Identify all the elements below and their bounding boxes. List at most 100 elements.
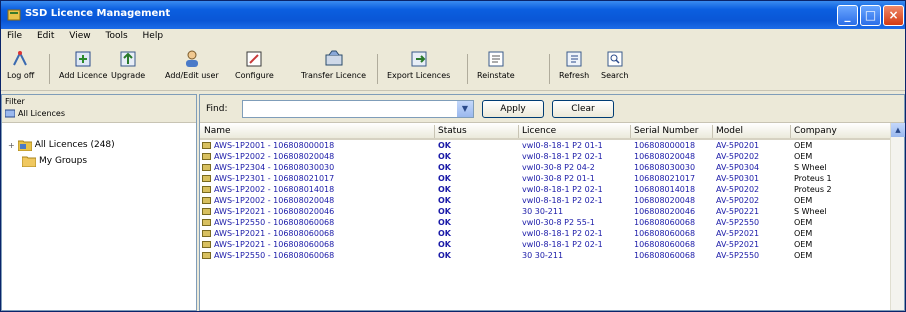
column-header-serial[interactable]: Serial Number <box>634 126 698 136</box>
licence-icon <box>202 186 211 193</box>
licence-icon <box>202 153 211 160</box>
cell-company: S Wheel <box>794 207 827 216</box>
log-off-icon <box>12 50 27 66</box>
menu-view[interactable]: View <box>63 29 96 43</box>
tree-item-label: All Licences (248) <box>34 140 115 150</box>
expand-icon[interactable]: + <box>8 141 15 150</box>
cell-name: AWS-1P2550 - 106808060068 <box>214 218 335 227</box>
table-row[interactable]: AWS-1P2002 - 106808014018 OK vwl0-8-18-1 P… <box>200 184 904 195</box>
column-header-model[interactable]: Model <box>716 126 743 136</box>
scroll-up-icon[interactable]: ▲ <box>891 123 905 137</box>
table-row[interactable]: AWS-1P2301 - 106808021017 OK vwl0-30-8 P2 … <box>200 173 904 184</box>
menu-tools[interactable]: Tools <box>99 29 133 43</box>
minimize-button[interactable]: _ <box>837 5 858 26</box>
licence-icon <box>202 208 211 215</box>
licence-icon <box>202 219 211 226</box>
toolbar-separator <box>549 54 550 84</box>
upgrade-button[interactable]: Upgrade <box>111 49 145 80</box>
maximize-button[interactable]: □ <box>860 5 881 26</box>
export-icon <box>411 51 427 67</box>
table-row[interactable]: AWS-1P2002 - 106808020048 OK vwl0-8-18-1 P… <box>200 151 904 162</box>
export-licences-button[interactable]: Export Licences <box>387 49 450 80</box>
user-icon <box>185 50 198 67</box>
close-button[interactable]: × <box>883 5 904 26</box>
menu-file[interactable]: File <box>1 29 28 43</box>
menu-edit[interactable]: Edit <box>31 29 60 43</box>
chevron-down-icon[interactable]: ▼ <box>457 101 473 117</box>
cell-serial: 106808060068 <box>634 229 696 238</box>
licence-icon <box>202 164 211 171</box>
cell-name: AWS-1P2021 - 106808060068 <box>214 240 335 249</box>
cell-licence: vwl0-30-8 P2 01-1 <box>522 174 595 183</box>
table-body: AWS-1P2001 - 106808000018 OK vwl0-8-18-1 P… <box>200 140 904 261</box>
cell-status: OK <box>438 218 451 227</box>
cell-company: S Wheel <box>794 163 827 172</box>
toolbar-separator <box>49 54 50 84</box>
refresh-button[interactable]: Refresh <box>559 49 589 80</box>
folder-icon <box>17 140 32 151</box>
add-edit-user-button[interactable]: Add/Edit user <box>165 49 219 80</box>
left-pane: Filter All Licences + All Licences (248)… <box>1 94 197 311</box>
cell-licence: vwl0-8-18-1 P2 02-1 <box>522 240 603 249</box>
cell-company: OEM <box>794 141 813 150</box>
column-header-status[interactable]: Status <box>438 126 467 136</box>
cell-licence: vwl0-30-8 P2 04-2 <box>522 163 595 172</box>
cell-company: OEM <box>794 196 813 205</box>
cell-model: AV-5P2550 <box>716 218 760 227</box>
cell-status: OK <box>438 229 451 238</box>
cell-model: AV-5P2021 <box>716 229 760 238</box>
filter-heading: Filter <box>5 97 25 106</box>
cell-serial: 106808060068 <box>634 240 696 249</box>
table-row[interactable]: AWS-1P2304 - 106808030030 OK vwl0-30-8 P2 … <box>200 162 904 173</box>
cell-model: AV-5P0221 <box>716 207 760 216</box>
column-header-licence[interactable]: Licence <box>522 126 556 136</box>
cell-model: AV-5P2550 <box>716 251 760 260</box>
cell-name: AWS-1P2304 - 106808030030 <box>214 163 335 172</box>
search-icon <box>607 51 623 67</box>
cell-licence: 30 30-211 <box>522 207 564 216</box>
cell-status: OK <box>438 163 451 172</box>
table-row[interactable]: AWS-1P2002 - 106808020048 OK vwl0-8-18-1 P… <box>200 195 904 206</box>
apply-button[interactable]: Apply <box>482 100 544 118</box>
tree-item-my-groups[interactable]: My Groups <box>22 155 87 167</box>
folder-icon <box>22 156 36 167</box>
table-row[interactable]: AWS-1P2021 - 106808020046 OK 30 30-211 1068… <box>200 206 904 217</box>
cell-status: OK <box>438 240 451 249</box>
cell-status: OK <box>438 185 451 194</box>
toolbar-separator <box>467 54 468 84</box>
column-header-name[interactable]: Name <box>204 126 231 136</box>
cell-name: AWS-1P2001 - 106808000018 <box>214 141 335 150</box>
left-pane-header: Filter All Licences <box>2 95 196 123</box>
cell-name: AWS-1P2021 - 106808020046 <box>214 207 335 216</box>
table-row[interactable]: AWS-1P2001 - 106808000018 OK vwl0-8-18-1 P… <box>200 140 904 151</box>
configure-button[interactable]: Configure <box>235 49 274 80</box>
table-row[interactable]: AWS-1P2021 - 106808060068 OK vwl0-8-18-1 P… <box>200 239 904 250</box>
log-off-button[interactable]: Log off <box>7 49 34 80</box>
table-row[interactable]: AWS-1P2021 - 106808060068 OK vwl0-8-18-1 P… <box>200 228 904 239</box>
transfer-licence-button[interactable]: Transfer Licence <box>301 49 366 80</box>
cell-model: AV-5P0202 <box>716 152 760 161</box>
search-button[interactable]: Search <box>601 49 628 80</box>
reinstate-button[interactable]: Reinstate <box>477 49 515 80</box>
cell-company: OEM <box>794 218 813 227</box>
cell-company: OEM <box>794 152 813 161</box>
find-combobox[interactable]: ▼ <box>242 100 474 118</box>
column-header-company[interactable]: Company <box>794 126 837 136</box>
cell-licence: vwl0-8-18-1 P2 02-1 <box>522 185 603 194</box>
menu-help[interactable]: Help <box>137 29 170 43</box>
cell-serial: 106808030030 <box>634 163 696 172</box>
clear-button[interactable]: Clear <box>552 100 614 118</box>
licence-icon <box>202 230 211 237</box>
cell-status: OK <box>438 196 451 205</box>
table-row[interactable]: AWS-1P2550 - 106808060068 OK vwl0-30-8 P2 … <box>200 217 904 228</box>
cell-name: AWS-1P2002 - 106808020048 <box>214 196 335 205</box>
cell-status: OK <box>438 207 451 216</box>
upgrade-icon <box>120 51 136 67</box>
add-licence-button[interactable]: Add Licence <box>59 49 107 80</box>
right-pane: Find: ▼ Apply Clear Name Status Licence … <box>199 94 905 311</box>
tree-item-all-licences[interactable]: + All Licences (248) <box>8 139 115 151</box>
vertical-scrollbar[interactable]: ▲ <box>890 123 905 310</box>
licence-table: Name Status Licence Serial Number Model … <box>200 123 904 261</box>
table-row[interactable]: AWS-1P2550 - 106808060068 OK 30 30-211 1068… <box>200 250 904 261</box>
cell-licence: vwl0-8-18-1 P2 02-1 <box>522 229 603 238</box>
